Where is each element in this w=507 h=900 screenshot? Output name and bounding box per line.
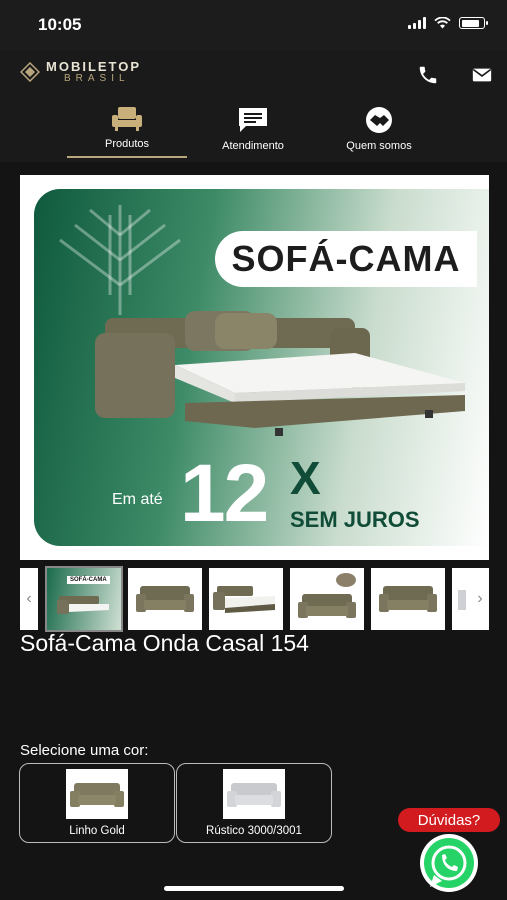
sofa-bed-illustration [95, 311, 465, 436]
main-nav: Produtos Atendimento Quem somos [0, 100, 507, 162]
thumbnail-2[interactable] [128, 568, 202, 630]
thumbnail-4[interactable] [290, 568, 364, 630]
help-badge[interactable]: Dúvidas? [398, 808, 500, 832]
status-icons [408, 17, 488, 29]
sofa-thumb-icon [379, 586, 437, 612]
sofa-grey-icon [227, 783, 281, 807]
color-option-rustico[interactable]: Rústico 3000/3001 [176, 763, 332, 843]
chat-icon [239, 108, 267, 132]
chevron-left-icon: ‹ [26, 590, 32, 607]
sofa-thumb-icon [136, 586, 194, 612]
product-banner-image[interactable]: SOFÁ-CAMA Em até 12 X SEM JUROS [20, 175, 489, 560]
wifi-icon [434, 17, 451, 29]
chevron-right-icon: › [477, 590, 483, 607]
color-swatch-image [66, 769, 128, 819]
sofa-room-thumb-icon [298, 573, 356, 618]
cellular-signal-icon [408, 17, 426, 29]
brand-name: MOBILETOP [46, 59, 142, 74]
armchair-icon [112, 107, 142, 131]
app-header: MOBILETOP BRASIL [0, 50, 507, 147]
thumbnail-carousel: ‹ SOFÁ-CAMA › [20, 566, 489, 632]
carousel-prev-button[interactable]: ‹ [20, 568, 38, 630]
nav-atendimento-label: Atendimento [222, 140, 284, 152]
banner-suffix: SEM JUROS [290, 507, 420, 532]
leaf-pattern-icon [59, 205, 181, 315]
status-bar: 10:05 [0, 0, 507, 50]
nav-quem-somos-label: Quem somos [346, 140, 412, 152]
thumbnail-1-title: SOFÁ-CAMA [67, 576, 110, 584]
handshake-icon [366, 107, 392, 133]
home-indicator[interactable] [164, 886, 344, 891]
mail-icon[interactable] [470, 64, 494, 86]
color-option-linho-gold[interactable]: Linho Gold [19, 763, 175, 843]
nav-quem-somos[interactable]: Quem somos [319, 106, 439, 152]
thumbnail-1[interactable]: SOFÁ-CAMA [45, 566, 123, 632]
banner-installments: 12 [180, 448, 269, 539]
color-option-label: Rústico 3000/3001 [206, 825, 302, 837]
brand-logo[interactable]: MOBILETOP BRASIL [20, 60, 141, 84]
color-swatch-image [223, 769, 285, 819]
battery-icon [459, 17, 488, 29]
sofa-thumb-icon [57, 596, 109, 614]
product-title: Sofá-Cama Onda Casal 154 [20, 630, 309, 656]
nav-produtos[interactable]: Produtos [67, 106, 187, 158]
nav-atendimento[interactable]: Atendimento [193, 106, 313, 152]
color-option-label: Linho Gold [69, 825, 125, 837]
thumbnail-6-partial[interactable] [452, 568, 471, 630]
sofa-gold-icon [70, 783, 124, 807]
phone-icon[interactable] [416, 64, 440, 86]
color-select-label: Selecione uma cor: [20, 742, 149, 759]
banner-title: SOFÁ-CAMA [215, 231, 477, 287]
thumbnail-5[interactable] [371, 568, 445, 630]
carousel-next-button[interactable]: › [471, 568, 489, 630]
nav-produtos-label: Produtos [104, 138, 150, 150]
banner-x: X [290, 452, 321, 504]
whatsapp-icon[interactable] [412, 833, 486, 895]
banner-prefix: Em até [112, 491, 163, 508]
logo-mark-icon [20, 62, 40, 82]
sofa-bed-thumb-icon [213, 586, 275, 613]
brand-subname: BRASIL [64, 73, 130, 84]
status-time: 10:05 [38, 15, 82, 34]
thumbnail-3[interactable] [209, 568, 283, 630]
